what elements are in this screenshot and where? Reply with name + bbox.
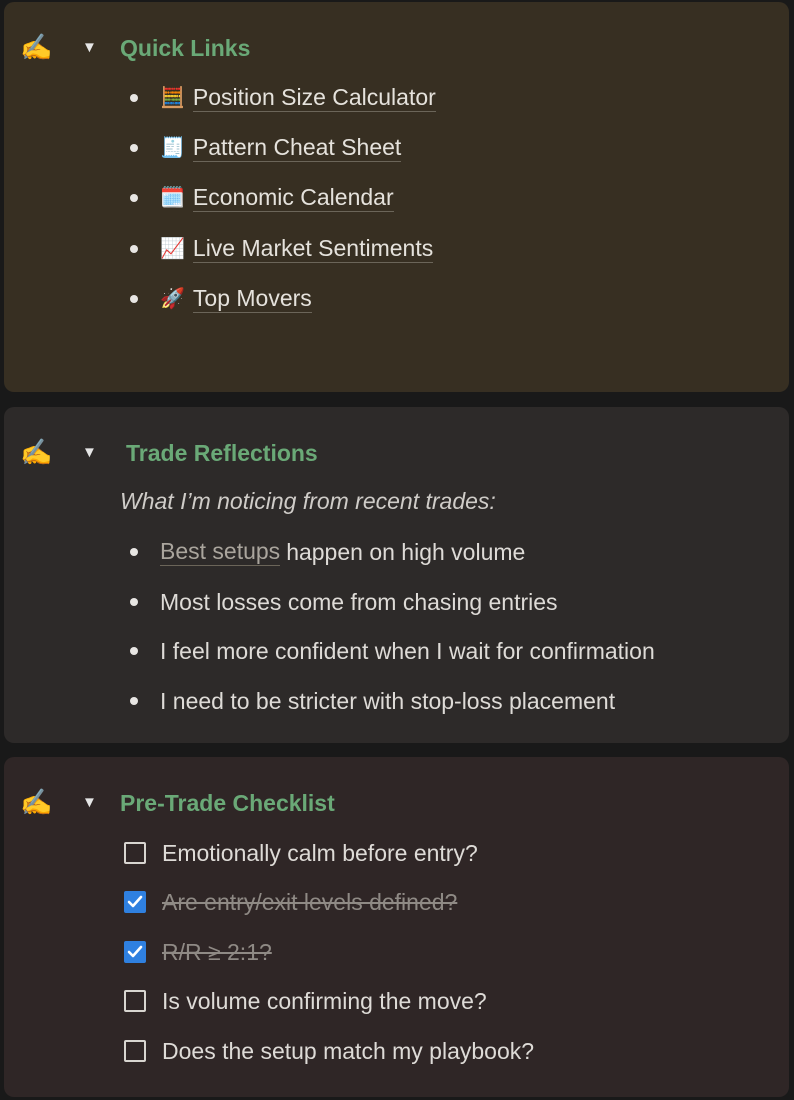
checkbox[interactable] [124, 842, 146, 864]
bullet-dot [130, 647, 138, 655]
writing-hand-icon: ✍️ [20, 32, 53, 62]
checklist-item: R/R ≥ 2:1? [124, 936, 272, 968]
abacus-icon: 🧮 [160, 87, 185, 109]
list-item-text: I need to be stricter with stop-loss pla… [160, 688, 616, 714]
bullet-dot [130, 548, 138, 556]
checklist-item: Is volume confirming the move? [124, 985, 487, 1017]
list-item: 🗓️ Economic Calendar [130, 182, 394, 214]
chart-increasing-icon: 📈 [160, 238, 185, 260]
checklist-item: Emotionally calm before entry? [124, 837, 478, 869]
bullet-dot [130, 94, 138, 102]
checkmark-icon [127, 895, 143, 908]
bullet-dot [130, 194, 138, 202]
list-item: Most losses come from chasing entries [130, 586, 558, 618]
checklist-item: Are entry/exit levels defined? [124, 886, 457, 918]
toggle-triangle-icon[interactable]: ▼ [82, 38, 97, 58]
bullet-dot [130, 697, 138, 705]
top-movers-link[interactable]: Top Movers [192, 285, 312, 313]
checkbox[interactable] [124, 990, 146, 1012]
bullet-dot [130, 295, 138, 303]
toggle-triangle-icon[interactable]: ▼ [82, 793, 97, 813]
list-item: Best setups happen on high volume [130, 536, 525, 568]
list-item-text: happen on high volume [286, 539, 526, 565]
list-item-text: Most losses come from chasing entries [160, 589, 558, 615]
pattern-cheat-sheet-link[interactable]: Pattern Cheat Sheet [192, 134, 402, 162]
rocket-icon: 🚀 [160, 288, 185, 310]
checkbox-checked[interactable] [124, 941, 146, 963]
list-item-text: I feel more confident when I wait for co… [160, 638, 655, 664]
writing-hand-icon: ✍️ [20, 437, 53, 467]
writing-hand-icon: ✍️ [20, 787, 53, 817]
checklist-item-label: Is volume confirming the move? [162, 988, 487, 1014]
checkbox[interactable] [124, 1040, 146, 1062]
list-item: 🧾 Pattern Cheat Sheet [130, 132, 402, 164]
checklist-item-label: Does the setup match my playbook? [162, 1038, 535, 1064]
checklist-item-label: Emotionally calm before entry? [162, 840, 478, 866]
list-item: 📈 Live Market Sentiments [130, 233, 434, 265]
checklist-item-label: Are entry/exit levels defined? [162, 889, 458, 915]
trade-reflections-subtitle: What I’m noticing from recent trades: [120, 488, 496, 514]
bullet-dot [130, 144, 138, 152]
best-setups-link[interactable]: Best setups [160, 538, 281, 566]
economic-calendar-link[interactable]: Economic Calendar [192, 184, 394, 212]
receipt-icon: 🧾 [160, 137, 185, 159]
list-item: 🧮 Position Size Calculator [130, 82, 436, 114]
checkbox-checked[interactable] [124, 891, 146, 913]
list-item: 🚀 Top Movers [130, 283, 312, 315]
list-item: I feel more confident when I wait for co… [130, 635, 655, 667]
checklist-item: Does the setup match my playbook? [124, 1035, 534, 1067]
checkmark-icon [127, 945, 143, 958]
list-item: I need to be stricter with stop-loss pla… [130, 685, 615, 717]
toggle-triangle-icon[interactable]: ▼ [82, 443, 97, 463]
calendar-icon: 🗓️ [160, 187, 185, 209]
trade-reflections-heading[interactable]: Trade Reflections [126, 439, 318, 467]
bullet-dot [130, 598, 138, 606]
position-size-calculator-link[interactable]: Position Size Calculator [192, 84, 436, 112]
bullet-dot [130, 245, 138, 253]
quick-links-heading[interactable]: Quick Links [120, 34, 250, 62]
pre-trade-checklist-heading[interactable]: Pre-Trade Checklist [120, 789, 335, 817]
live-market-sentiments-link[interactable]: Live Market Sentiments [192, 235, 434, 263]
checklist-item-label: R/R ≥ 2:1? [162, 939, 272, 965]
